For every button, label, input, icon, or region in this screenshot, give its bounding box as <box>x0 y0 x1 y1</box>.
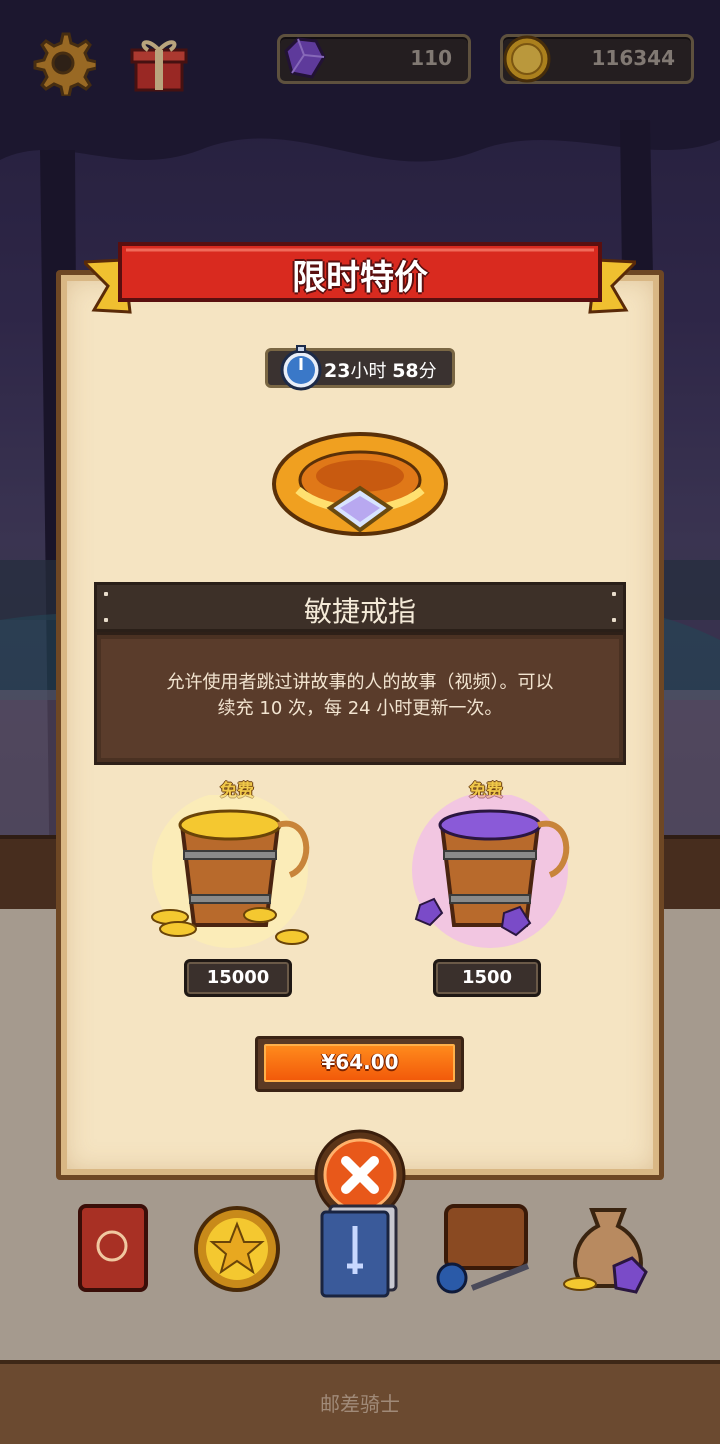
countdown-timer: 23小时 58分 <box>265 345 455 391</box>
gem-bucket-icon <box>412 795 570 948</box>
item-description: 允许使用者跳过讲故事的人的故事（视频）。可以 续充 10 次，每 24 小时更新… <box>166 672 554 719</box>
loot-sack-icon[interactable] <box>562 1200 654 1300</box>
coin-reward-amount: 15000 <box>184 959 292 997</box>
offer-title: 限时特价 <box>292 258 428 298</box>
inventory-bag-icon[interactable] <box>432 1196 538 1300</box>
item-name: 敏捷戒指 <box>303 595 416 628</box>
stopwatch-icon <box>280 345 322 391</box>
book-icon[interactable] <box>74 1198 154 1296</box>
agility-ring-icon <box>272 432 448 536</box>
star-coin-icon[interactable] <box>192 1204 282 1294</box>
timer-text: 23小时 58分 <box>324 360 437 382</box>
purchase-price: ¥64.00 <box>321 1050 399 1074</box>
card-deck-icon[interactable] <box>316 1202 404 1298</box>
gem-reward-amount: 1500 <box>433 959 541 997</box>
coin-bucket-icon <box>151 795 310 948</box>
app-name-footer: 邮差骑士 <box>320 1392 400 1416</box>
